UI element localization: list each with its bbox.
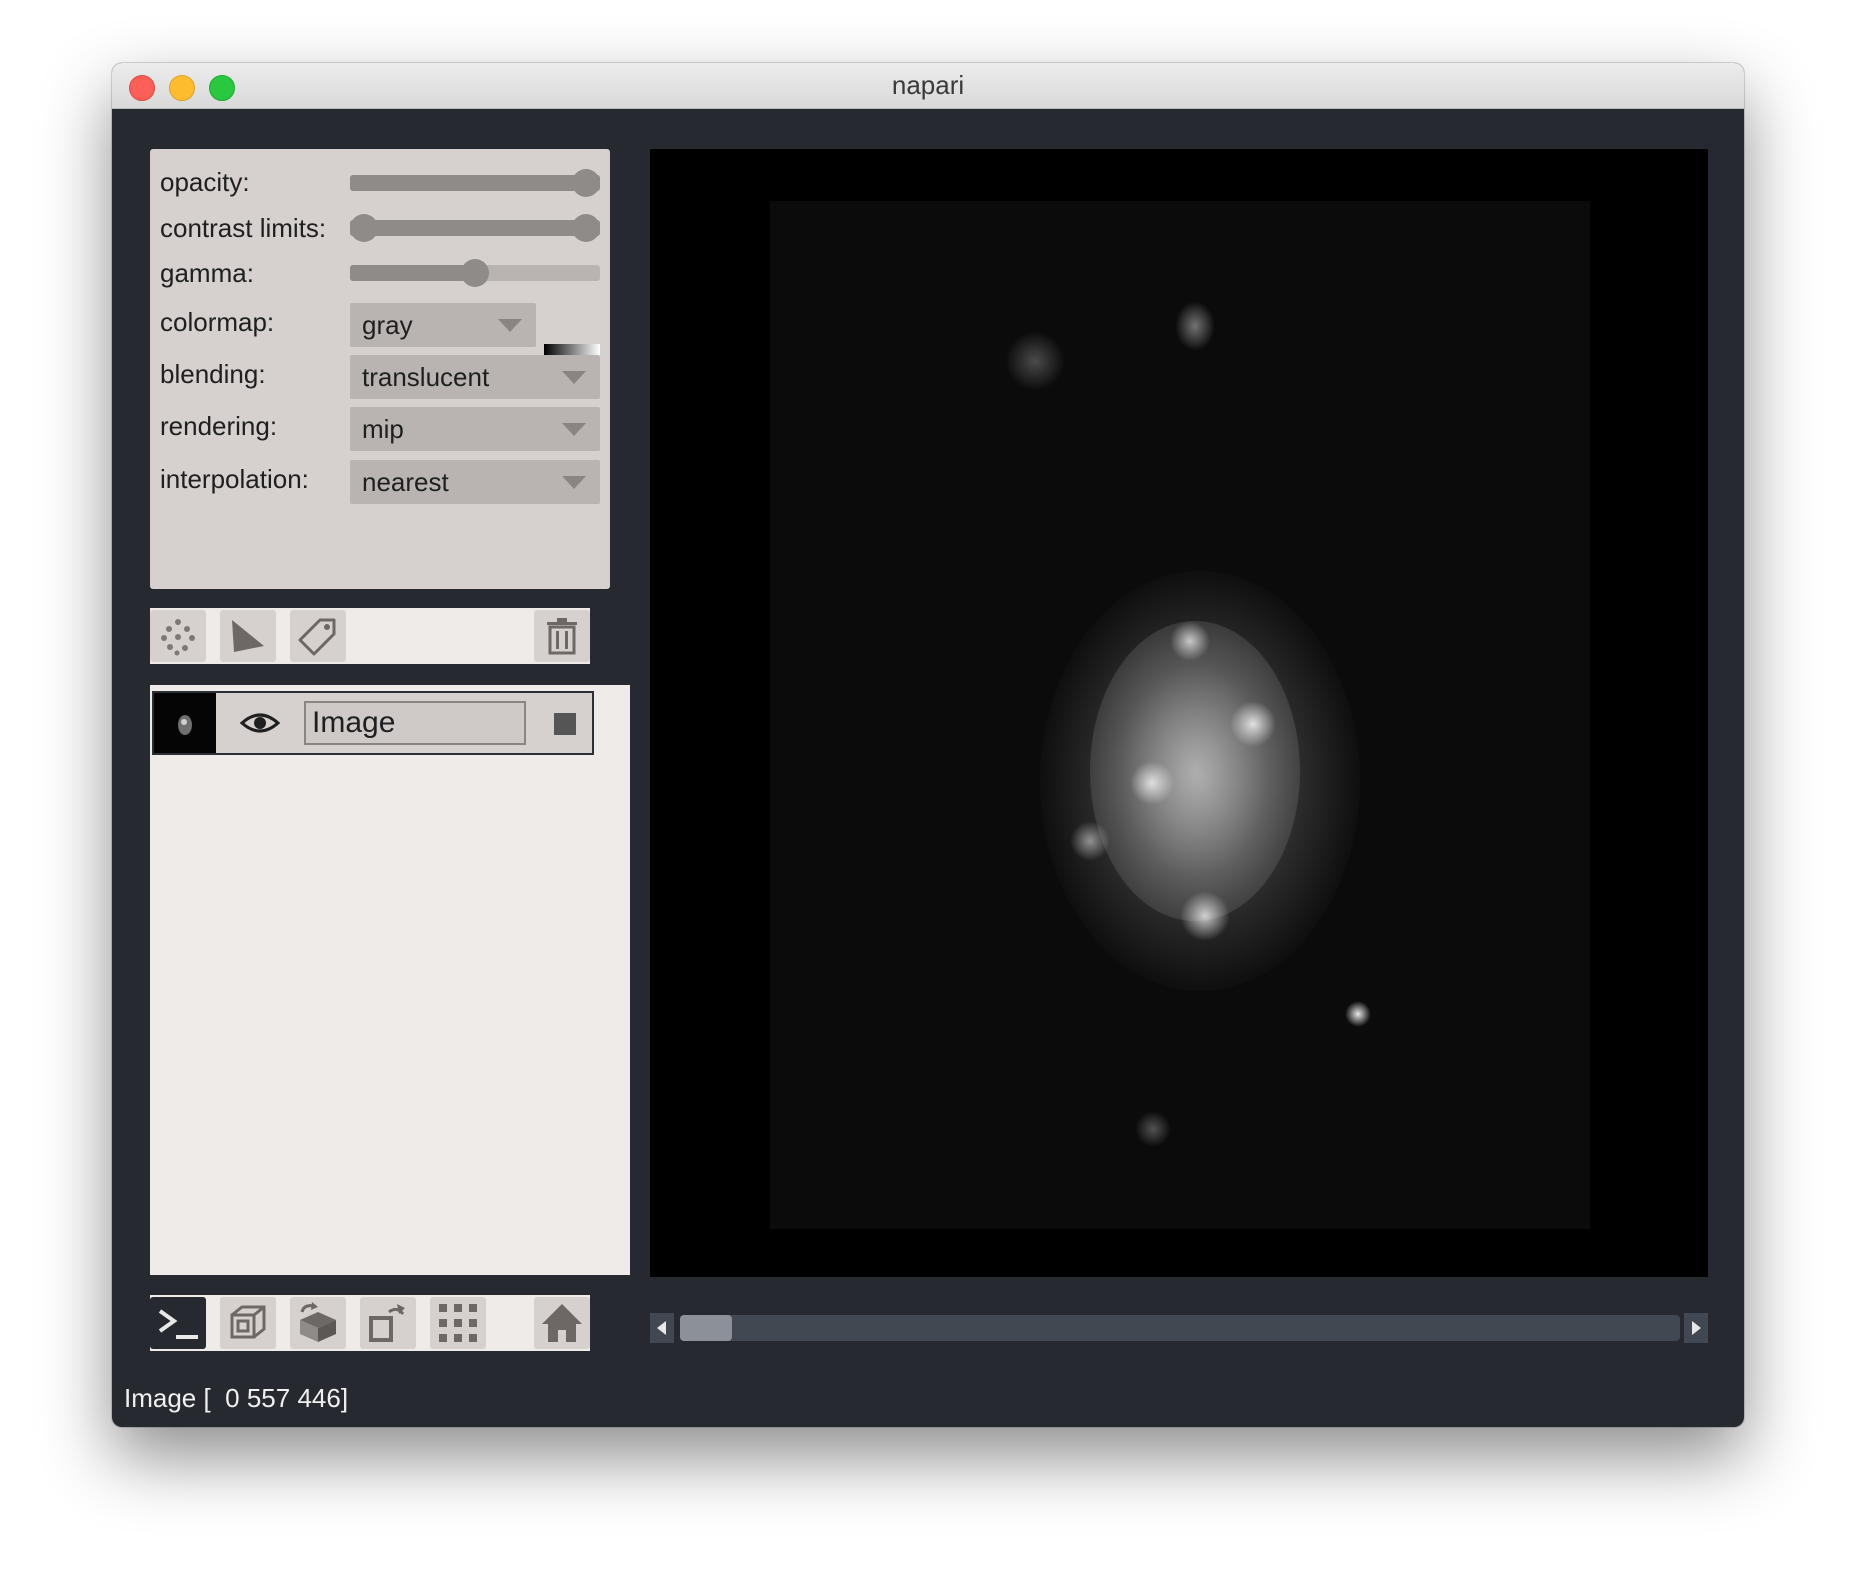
contrast-high-handle[interactable] — [572, 214, 600, 242]
transpose-button[interactable] — [360, 1297, 416, 1349]
speck — [1130, 761, 1174, 805]
status-bar-text: Image [ 0 557 446] — [124, 1383, 349, 1413]
opacity-slider-handle[interactable] — [572, 169, 600, 197]
ndisplay-button[interactable] — [220, 1297, 276, 1349]
interpolation-dropdown[interactable]: nearest — [350, 460, 600, 504]
scroll-right-icon[interactable] — [1684, 1313, 1708, 1343]
blending-label: blending: — [160, 359, 266, 389]
napari-window: napari opacity: contrast limits: gamma: … — [112, 63, 1744, 1427]
contrast-limits-slider-fill — [350, 220, 600, 236]
new-shapes-icon — [232, 620, 264, 652]
gamma-label: gamma: — [160, 258, 254, 288]
ndisplay-icon — [230, 1305, 266, 1339]
colormap-value: gray — [362, 310, 413, 340]
speck — [1170, 621, 1210, 661]
blending-value: translucent — [362, 362, 490, 392]
layer-type-icon — [554, 713, 576, 735]
layer-thumbnail — [154, 693, 216, 753]
viewer-buttons-bar — [150, 1295, 590, 1351]
blending-dropdown[interactable]: translucent — [350, 355, 600, 399]
roll-dims-icon — [300, 1302, 336, 1342]
new-labels-button[interactable] — [290, 610, 346, 662]
opacity-label: opacity: — [160, 167, 250, 197]
gamma-slider-fill — [350, 265, 475, 281]
contrast-limits-slider[interactable] — [350, 214, 600, 242]
contrast-low-handle[interactable] — [350, 214, 378, 242]
dims-slider-track[interactable] — [680, 1315, 1680, 1341]
colormap-dropdown[interactable]: gray — [350, 303, 536, 347]
speck — [1180, 891, 1230, 941]
scroll-left-icon[interactable] — [650, 1313, 674, 1343]
delete-layer-icon — [547, 618, 577, 655]
opacity-slider-fill — [350, 175, 600, 191]
new-labels-icon — [298, 618, 336, 656]
interpolation-value: nearest — [362, 467, 449, 497]
layer-row-image[interactable]: Image — [152, 691, 594, 755]
new-points-button[interactable] — [150, 610, 206, 662]
thumbnail-image-icon — [154, 693, 216, 753]
grid-view-button[interactable] — [430, 1297, 486, 1349]
roll-dims-button[interactable] — [290, 1297, 346, 1349]
dims-slider-thumb[interactable] — [680, 1315, 732, 1341]
gamma-slider[interactable] — [350, 259, 600, 287]
chevron-down-icon — [562, 423, 586, 436]
rendering-dropdown[interactable]: mip — [350, 407, 600, 451]
interpolation-label: interpolation: — [160, 464, 309, 494]
chevron-down-icon — [562, 371, 586, 384]
transpose-icon — [369, 1304, 405, 1342]
speck — [1135, 1111, 1171, 1147]
image-layer-render — [770, 201, 1590, 1229]
layer-controls-panel: opacity: contrast limits: gamma: colorma… — [150, 149, 610, 589]
speck — [1005, 331, 1065, 391]
viewer-canvas[interactable] — [650, 149, 1708, 1277]
speck — [1175, 301, 1215, 351]
cell-core — [1090, 621, 1300, 921]
delete-layer-button[interactable] — [534, 610, 590, 662]
speck — [1070, 821, 1110, 861]
visibility-eye-icon[interactable] — [240, 707, 280, 739]
console-button[interactable] — [150, 1297, 206, 1349]
colormap-label: colormap: — [160, 307, 275, 337]
title-bar: napari — [112, 63, 1744, 109]
window-title: napari — [891, 70, 965, 100]
grid-icon — [439, 1304, 477, 1342]
chevron-down-icon — [562, 476, 586, 489]
layer-buttons-bar — [150, 608, 590, 664]
rendering-value: mip — [362, 414, 404, 444]
gamma-slider-handle[interactable] — [461, 259, 489, 287]
chevron-down-icon — [498, 319, 522, 332]
console-icon — [158, 1309, 198, 1339]
home-icon — [542, 1304, 582, 1342]
opacity-slider[interactable] — [350, 169, 600, 197]
new-points-icon — [161, 619, 195, 656]
speck — [1345, 1001, 1371, 1027]
new-shapes-button[interactable] — [220, 610, 276, 662]
rendering-label: rendering: — [160, 411, 278, 441]
layer-list: Image — [150, 685, 630, 1275]
home-button[interactable] — [534, 1297, 590, 1349]
layer-name-field[interactable]: Image — [304, 701, 526, 745]
speck — [1230, 701, 1276, 747]
contrast-limits-label: contrast limits: — [160, 213, 327, 243]
